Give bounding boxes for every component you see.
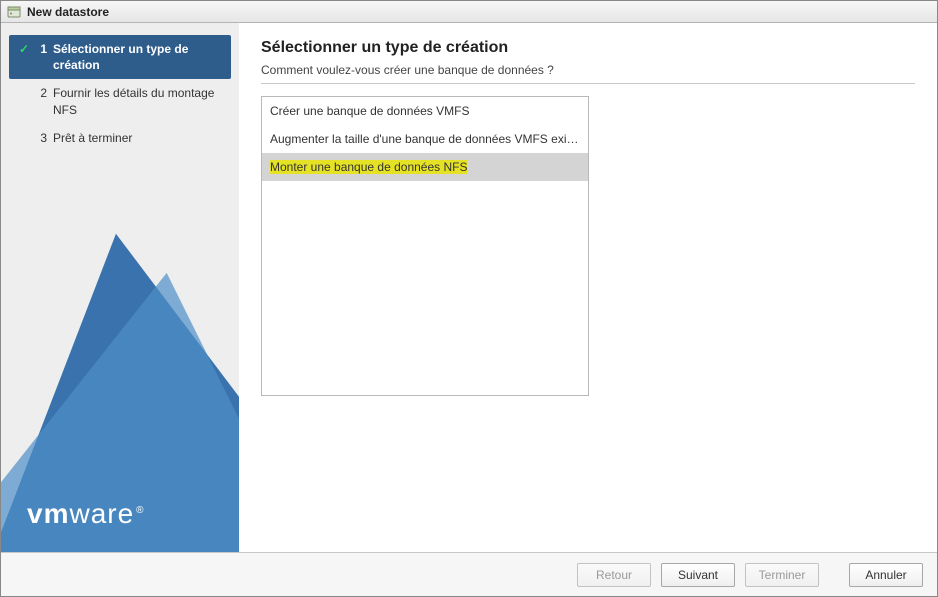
option-create-vmfs[interactable]: Créer une banque de données VMFS [262, 97, 588, 125]
window-title: New datastore [27, 5, 109, 19]
step-label: Prêt à terminer [53, 130, 223, 146]
logo-registered: ® [136, 505, 144, 516]
wizard-window: New datastore ✓ 1 Sélectionner un type d… [0, 0, 938, 597]
page-subtitle: Comment voulez-vous créer une banque de … [261, 63, 915, 77]
back-button[interactable]: Retour [577, 563, 651, 587]
check-icon: ✓ [17, 41, 31, 57]
logo-vm: vm [27, 498, 69, 530]
wizard-step-1[interactable]: ✓ 1 Sélectionner un type de création [9, 35, 231, 79]
step-number: 1 [33, 41, 47, 57]
finish-button[interactable]: Terminer [745, 563, 819, 587]
logo-ware: ware [69, 498, 134, 530]
titlebar: New datastore [1, 1, 937, 23]
next-button[interactable]: Suivant [661, 563, 735, 587]
option-label: Créer une banque de données VMFS [270, 104, 469, 118]
datastore-icon [7, 5, 21, 19]
step-label: Fournir les détails du montage NFS [53, 85, 223, 117]
option-label: Monter une banque de données NFS [270, 160, 467, 174]
wizard-sidebar: ✓ 1 Sélectionner un type de création ✓ 2… [1, 23, 239, 552]
step-number: 2 [33, 85, 47, 101]
step-label: Sélectionner un type de création [53, 41, 223, 73]
divider [261, 83, 915, 84]
creation-type-list: Créer une banque de données VMFS Augment… [261, 96, 589, 396]
step-number: 3 [33, 130, 47, 146]
option-grow-vmfs[interactable]: Augmenter la taille d'une banque de donn… [262, 125, 588, 153]
wizard-steps: ✓ 1 Sélectionner un type de création ✓ 2… [1, 23, 239, 152]
wizard-step-2[interactable]: ✓ 2 Fournir les détails du montage NFS [9, 79, 231, 123]
page-title: Sélectionner un type de création [261, 39, 915, 57]
wizard-body: ✓ 1 Sélectionner un type de création ✓ 2… [1, 23, 937, 552]
wizard-step-3[interactable]: ✓ 3 Prêt à terminer [9, 124, 231, 152]
wizard-footer: Retour Suivant Terminer Annuler [1, 552, 937, 596]
cancel-button[interactable]: Annuler [849, 563, 923, 587]
option-mount-nfs[interactable]: Monter une banque de données NFS [262, 153, 588, 181]
vmware-logo: vmware® [27, 498, 145, 530]
wizard-main: Sélectionner un type de création Comment… [239, 23, 937, 552]
option-label: Augmenter la taille d'une banque de donn… [270, 132, 583, 146]
